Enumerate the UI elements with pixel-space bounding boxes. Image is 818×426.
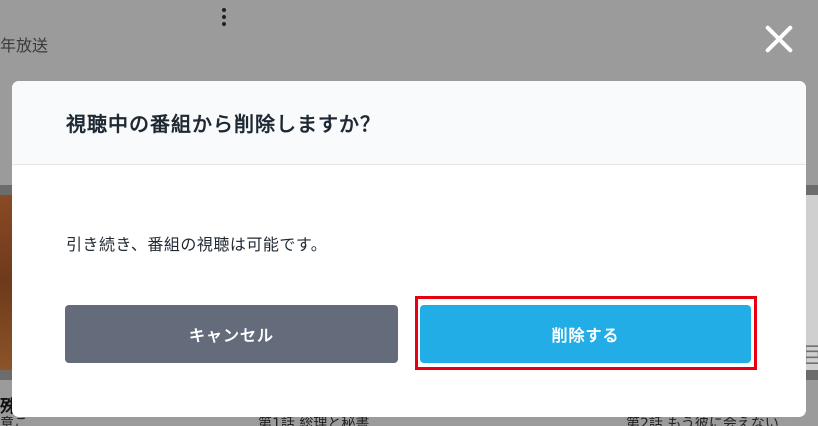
cancel-button[interactable]: キャンセル: [65, 305, 398, 363]
dialog-header: 視聴中の番組から削除しますか？: [12, 81, 806, 165]
close-icon[interactable]: [764, 24, 794, 54]
dialog-message: 引き続き、番組の視聴は可能です。: [66, 235, 328, 254]
background-program-title: 年放送: [0, 36, 49, 55]
more-options-icon[interactable]: [218, 6, 230, 30]
delete-button[interactable]: 削除する: [420, 305, 751, 363]
delete-confirm-dialog: 視聴中の番組から削除しますか？ 引き続き、番組の視聴は可能です。 キャンセル 削…: [12, 81, 806, 417]
dialog-title: 視聴中の番組から削除しますか？: [66, 112, 381, 136]
